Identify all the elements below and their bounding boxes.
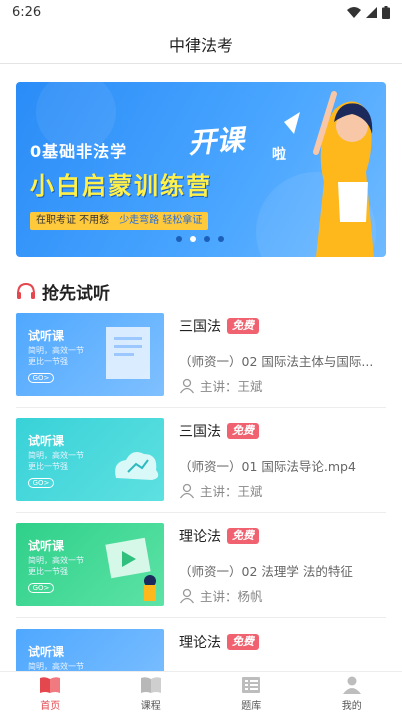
thumb-slogan: 简明，高效一节更比一节强 — [28, 555, 98, 577]
carousel-dots[interactable] — [176, 236, 224, 242]
person-icon — [179, 588, 195, 604]
course-title: 理论法 免费 — [179, 526, 259, 546]
course-name: 三国法 — [179, 421, 221, 441]
thumb-slogan: 简明，高效一节更比一节强 — [28, 345, 98, 367]
section-header: 抢先试听 — [16, 278, 110, 304]
course-item[interactable]: 试听课 简明，高效一节更比一节强 GO> 理论法 免费 （师资一）02 法理学 … — [16, 523, 386, 618]
tab-courses[interactable]: 课程 — [101, 672, 202, 716]
course-item[interactable]: 试听课 简明，高效一节更比一节强 GO> 三国法 免费 （师资一）02 国际法主… — [16, 313, 386, 408]
status-bar: 6:26 — [0, 0, 402, 24]
teacher-name: 主讲：王斌 — [200, 376, 263, 395]
tab-label: 我的 — [342, 697, 362, 712]
tab-profile[interactable]: 我的 — [302, 672, 402, 716]
person-icon — [179, 483, 195, 499]
course-description: （师资一）02 国际法主体与国际... — [179, 351, 384, 370]
course-teacher: 主讲：杨帆 — [179, 586, 263, 605]
person-icon — [179, 378, 195, 394]
course-title: 理论法 免费 — [179, 632, 259, 652]
banner-headline-suffix: 啦 — [272, 144, 286, 164]
thumb-go: GO> — [28, 583, 54, 593]
course-description: （师资一）02 法理学 法的特征 — [179, 561, 384, 580]
wifi-icon — [347, 7, 361, 18]
banner-subtitle: 0基础非法学 — [30, 138, 127, 162]
course-item[interactable]: 试听课 简明，高效一节更比一节强 GO> 三国法 免费 （师资一）01 国际法导… — [16, 418, 386, 513]
person-icon — [342, 676, 362, 694]
banner-title: 小白启蒙训练营 — [30, 166, 212, 201]
course-name: 理论法 — [179, 632, 221, 652]
course-name: 三国法 — [179, 316, 221, 336]
banner-tag: 在职考证 不用愁 少走弯路 轻松拿证 — [30, 212, 208, 230]
page-title: 中律法考 — [0, 24, 402, 64]
tab-label: 首页 — [40, 697, 60, 712]
thumb-title: 试听课 — [28, 327, 64, 344]
free-badge: 免费 — [227, 528, 259, 544]
tab-label: 题库 — [241, 697, 261, 712]
banner-tag-sub: 少走弯路 轻松拿证 — [119, 212, 202, 230]
course-thumbnail[interactable]: 试听课 简明，高效一节更比一节强 GO> — [16, 418, 164, 501]
course-description: （师资一）01 国际法导论.mp4 — [179, 456, 384, 475]
teacher-name: 主讲：王斌 — [200, 481, 263, 500]
thumb-title: 试听课 — [28, 432, 64, 449]
battery-icon — [382, 6, 390, 19]
promo-banner[interactable]: 0基础非法学 小白启蒙训练营 开课 啦 在职考证 不用愁 少走弯路 轻松拿证 — [16, 82, 386, 257]
carousel-dot-active[interactable] — [190, 236, 196, 242]
course-title: 三国法 免费 — [179, 316, 259, 336]
course-teacher: 主讲：王斌 — [179, 376, 263, 395]
carousel-dot[interactable] — [176, 236, 182, 242]
carousel-dot[interactable] — [218, 236, 224, 242]
free-badge: 免费 — [227, 318, 259, 334]
book-icon — [140, 676, 162, 694]
teacher-name: 主讲：杨帆 — [200, 586, 263, 605]
section-title: 抢先试听 — [42, 279, 110, 304]
tab-home[interactable]: 首页 — [0, 672, 101, 716]
free-badge: 免费 — [227, 423, 259, 439]
thumb-title: 试听课 — [28, 643, 64, 660]
thumb-title: 试听课 — [28, 537, 64, 554]
carousel-dot[interactable] — [204, 236, 210, 242]
tab-question-bank[interactable]: 题库 — [201, 672, 302, 716]
list-icon — [241, 676, 261, 694]
signal-icon — [366, 7, 377, 18]
book-open-icon — [39, 676, 61, 694]
thumb-go: GO> — [28, 373, 54, 383]
free-badge: 免费 — [227, 634, 259, 650]
thumb-go: GO> — [28, 478, 54, 488]
status-time: 6:26 — [12, 5, 41, 20]
course-thumbnail[interactable]: 试听课 简明，高效一节更比一节强 GO> — [16, 313, 164, 396]
status-icons — [347, 6, 390, 19]
headphones-icon — [16, 282, 36, 300]
banner-headline: 开课 — [187, 118, 246, 162]
thumb-slogan: 简明，高效一节更比一节强 — [28, 450, 98, 472]
course-teacher: 主讲：王斌 — [179, 481, 263, 500]
course-name: 理论法 — [179, 526, 221, 546]
course-thumbnail[interactable]: 试听课 简明，高效一节更比一节强 GO> — [16, 523, 164, 606]
bottom-tab-bar: 首页 课程 题库 我的 — [0, 671, 402, 716]
course-title: 三国法 免费 — [179, 421, 259, 441]
banner-tag-main: 在职考证 不用愁 — [36, 212, 109, 230]
tab-label: 课程 — [141, 697, 161, 712]
